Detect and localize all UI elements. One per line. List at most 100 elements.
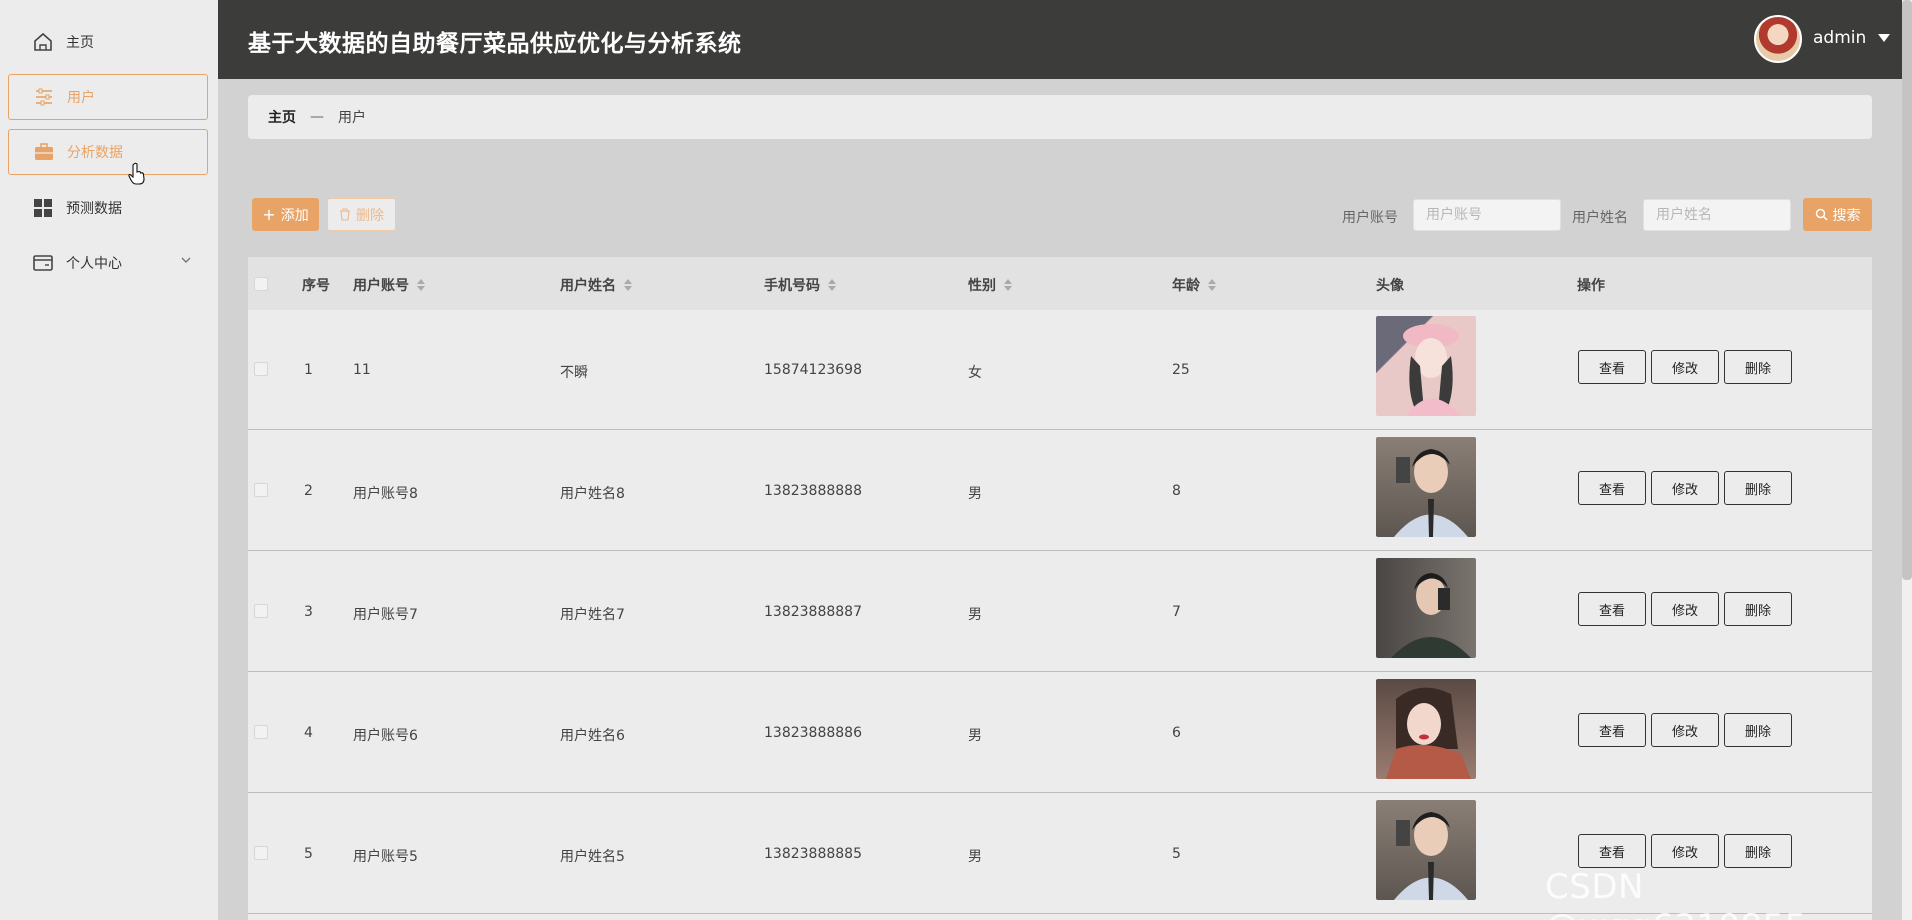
- cell-age: 6: [1172, 725, 1181, 741]
- trash-icon: [339, 208, 351, 221]
- edit-button[interactable]: 修改: [1651, 713, 1719, 747]
- table-row: 4 用户账号6 用户姓名6 13823888886 男 6 查看 修改 删除: [248, 673, 1872, 793]
- breadcrumb: 主页 — 用户: [248, 95, 1872, 139]
- select-all-checkbox[interactable]: [254, 277, 268, 291]
- sidebar-item-label: 主页: [66, 35, 94, 51]
- sort-icon[interactable]: [1004, 279, 1012, 291]
- avatar-photo[interactable]: [1376, 800, 1476, 900]
- sidebar-item-analysis[interactable]: 分析数据: [8, 129, 208, 175]
- row-checkbox[interactable]: [254, 846, 268, 860]
- breadcrumb-current: 用户: [338, 110, 366, 126]
- breadcrumb-home[interactable]: 主页: [268, 107, 296, 127]
- cell-age: 8: [1172, 483, 1181, 499]
- edit-button[interactable]: 修改: [1651, 834, 1719, 868]
- user-menu-name[interactable]: admin: [1813, 28, 1866, 48]
- avatar-photo[interactable]: [1376, 437, 1476, 537]
- delete-button[interactable]: 删除: [1724, 471, 1792, 505]
- sort-icon[interactable]: [828, 279, 836, 291]
- avatar[interactable]: [1754, 15, 1802, 63]
- sidebar-item-users[interactable]: 用户: [8, 74, 208, 120]
- add-button[interactable]: + 添加: [252, 198, 319, 231]
- edit-button[interactable]: 修改: [1651, 350, 1719, 384]
- sort-icon[interactable]: [417, 279, 425, 291]
- row-checkbox[interactable]: [254, 362, 268, 376]
- col-avatar: 头像: [1376, 278, 1404, 294]
- chevron-down-icon: [180, 254, 192, 270]
- cell-index: 4: [304, 725, 313, 741]
- name-filter-label: 用户姓名: [1572, 210, 1628, 226]
- edit-button[interactable]: 修改: [1651, 592, 1719, 626]
- col-name[interactable]: 用户姓名: [560, 275, 632, 295]
- cell-age: 5: [1172, 846, 1181, 862]
- col-actions: 操作: [1577, 278, 1605, 294]
- sidebar-item-label: 个人中心: [66, 256, 122, 272]
- cell-name: 不瞬: [560, 365, 588, 381]
- col-phone[interactable]: 手机号码: [764, 275, 836, 295]
- user-table: 序号 用户账号 用户姓名 手机号码 性别 年龄 头像 操作 1 11 不瞬 15…: [248, 257, 1872, 920]
- cell-gender: 女: [968, 365, 982, 381]
- cell-index: 2: [304, 483, 313, 499]
- search-icon: [1815, 208, 1828, 221]
- top-header: 基于大数据的自助餐厅菜品供应优化与分析系统 admin: [218, 0, 1902, 79]
- sidebar-item-profile[interactable]: 个人中心: [8, 240, 208, 286]
- cell-gender: 男: [968, 486, 982, 502]
- row-checkbox[interactable]: [254, 725, 268, 739]
- cell-gender: 男: [968, 849, 982, 865]
- batch-delete-button[interactable]: 删除: [327, 198, 396, 231]
- view-button[interactable]: 查看: [1578, 592, 1646, 626]
- cell-gender: 男: [968, 607, 982, 623]
- sort-icon[interactable]: [624, 279, 632, 291]
- delete-button[interactable]: 删除: [1724, 713, 1792, 747]
- cell-account: 用户账号5: [353, 849, 418, 865]
- col-gender[interactable]: 性别: [968, 275, 1012, 295]
- breadcrumb-separator: —: [310, 109, 324, 125]
- cell-name: 用户姓名5: [560, 849, 625, 865]
- view-button[interactable]: 查看: [1578, 350, 1646, 384]
- cell-account: 用户账号8: [353, 486, 418, 502]
- avatar-photo[interactable]: [1376, 679, 1476, 779]
- delete-button[interactable]: 删除: [1724, 834, 1792, 868]
- delete-button[interactable]: 删除: [1724, 350, 1792, 384]
- sliders-icon: [33, 86, 55, 108]
- sidebar-item-label: 预测数据: [66, 201, 122, 217]
- search-button[interactable]: 搜索: [1803, 198, 1872, 231]
- view-button[interactable]: 查看: [1578, 834, 1646, 868]
- table-header: 序号 用户账号 用户姓名 手机号码 性别 年龄 头像 操作: [248, 257, 1872, 310]
- avatar-photo[interactable]: [1376, 316, 1476, 416]
- col-index: 序号: [302, 278, 330, 294]
- row-checkbox[interactable]: [254, 483, 268, 497]
- row-checkbox[interactable]: [254, 604, 268, 618]
- card-icon: [32, 252, 54, 274]
- cell-phone: 13823888887: [764, 604, 862, 620]
- view-button[interactable]: 查看: [1578, 471, 1646, 505]
- briefcase-icon: [33, 141, 55, 163]
- cell-phone: 13823888886: [764, 725, 862, 741]
- col-age[interactable]: 年龄: [1172, 275, 1216, 295]
- name-search-input[interactable]: [1643, 199, 1791, 231]
- edit-button[interactable]: 修改: [1651, 471, 1719, 505]
- table-row: 2 用户账号8 用户姓名8 13823888888 男 8 查看 修改 删除: [248, 431, 1872, 551]
- delete-button[interactable]: 删除: [1724, 592, 1792, 626]
- cell-name: 用户姓名7: [560, 607, 625, 623]
- caret-down-icon[interactable]: [1878, 34, 1890, 42]
- view-button[interactable]: 查看: [1578, 713, 1646, 747]
- sidebar-item-label: 分析数据: [67, 145, 123, 161]
- hand-cursor-icon: [128, 162, 146, 190]
- sort-icon[interactable]: [1208, 279, 1216, 291]
- app-title: 基于大数据的自助餐厅菜品供应优化与分析系统: [248, 31, 742, 57]
- col-account[interactable]: 用户账号: [353, 275, 425, 295]
- account-search-input[interactable]: [1413, 199, 1561, 231]
- cell-name: 用户姓名6: [560, 728, 625, 744]
- cell-gender: 男: [968, 728, 982, 744]
- cell-age: 7: [1172, 604, 1181, 620]
- search-button-label: 搜索: [1832, 207, 1861, 224]
- cell-account: 用户账号6: [353, 728, 418, 744]
- avatar-photo[interactable]: [1376, 558, 1476, 658]
- sidebar-item-prediction[interactable]: 预测数据: [8, 185, 208, 231]
- cell-name: 用户姓名8: [560, 486, 625, 502]
- cell-account: 11: [353, 362, 371, 378]
- sidebar-item-home[interactable]: 主页: [8, 19, 208, 65]
- scrollbar-thumb[interactable]: [1902, 0, 1912, 580]
- home-icon: [32, 31, 54, 53]
- sidebar-item-label: 用户: [67, 90, 95, 106]
